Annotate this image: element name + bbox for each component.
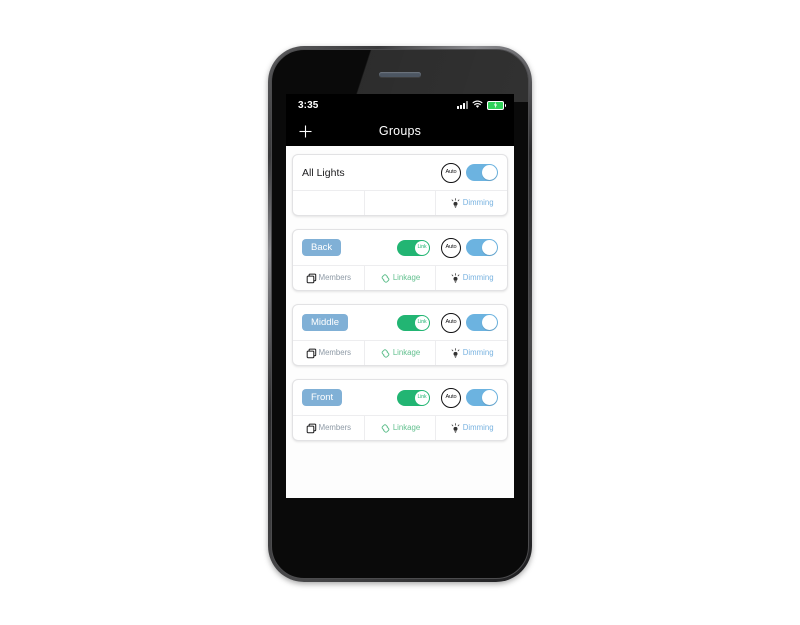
bulb-icon (450, 422, 462, 434)
group-card-actions: Members Linkage Dimming (293, 265, 507, 290)
plus-icon (299, 125, 311, 137)
auto-mode-button[interactable]: Auto (441, 162, 461, 183)
dimming-action[interactable]: Dimming (435, 416, 507, 440)
group-card: Back Link Auto Members Linkage Dimming (292, 229, 508, 291)
dimming-action[interactable]: Dimming (435, 341, 507, 365)
members-action[interactable]: Members (293, 341, 364, 365)
link-toggle-label: Link (417, 393, 427, 400)
dimming-label: Dimming (462, 273, 494, 283)
groups-list: All Lights Auto Dimming Back Link Auto M… (286, 146, 514, 498)
page-title: Groups (378, 124, 422, 138)
auto-mode-button[interactable]: Auto (441, 387, 461, 408)
linkage-action[interactable]: Linkage (363, 341, 436, 365)
link-toggle-label: Link (417, 243, 427, 250)
group-name-chip[interactable]: Middle (302, 314, 348, 331)
linkage-label: Linkage (392, 423, 421, 433)
members-label: Members (318, 273, 352, 283)
status-time: 3:35 (298, 99, 319, 111)
group-card-actions: Members Linkage Dimming (293, 340, 507, 365)
copy-squares-icon (306, 347, 318, 359)
cellular-signal-icon (457, 101, 468, 109)
toggle-knob: Link (415, 315, 429, 330)
action-placeholder (363, 191, 436, 215)
dimming-label: Dimming (462, 348, 494, 358)
bulb-icon (450, 347, 462, 359)
nav-bar: Groups (286, 116, 514, 146)
chain-link-icon (380, 422, 392, 434)
group-name-chip[interactable]: Back (302, 239, 342, 256)
bulb-icon (450, 272, 462, 284)
group-card-header: Middle Link Auto (293, 305, 507, 340)
toggle-knob: Link (415, 390, 429, 405)
group-card: Front Link Auto Members Linkage Dimming (292, 379, 508, 441)
dimming-action[interactable]: Dimming (435, 191, 507, 215)
group-card: Middle Link Auto Members Linkage Dimming (292, 304, 508, 366)
linkage-action[interactable]: Linkage (363, 266, 436, 290)
copy-squares-icon (306, 272, 318, 284)
auto-badge-label: Auto (445, 168, 457, 175)
link-toggle[interactable]: Link (397, 239, 430, 256)
linkage-action[interactable]: Linkage (363, 416, 436, 440)
auto-badge-label: Auto (445, 318, 457, 325)
toggle-knob: Link (415, 240, 429, 255)
members-label: Members (318, 423, 352, 433)
battery-charging-icon (487, 100, 506, 110)
auto-badge-label: Auto (445, 393, 457, 400)
link-toggle[interactable]: Link (397, 389, 430, 406)
phone-screen: 3:35 Groups All Lights Auto Dimming Back… (286, 94, 514, 498)
auto-badge-label: Auto (445, 243, 457, 250)
auto-mode-button[interactable]: Auto (441, 312, 461, 333)
group-card-actions: Dimming (293, 190, 507, 215)
link-toggle-label: Link (417, 318, 427, 325)
chain-link-icon (380, 272, 392, 284)
group-card-header: Front Link Auto (293, 380, 507, 415)
wifi-icon (472, 96, 483, 114)
dimming-label: Dimming (462, 198, 494, 208)
add-group-button[interactable] (294, 120, 316, 142)
group-name: All Lights (302, 166, 345, 179)
power-toggle[interactable] (466, 314, 498, 331)
group-name-chip[interactable]: Front (302, 389, 343, 406)
copy-squares-icon (306, 422, 318, 434)
linkage-label: Linkage (392, 273, 421, 283)
members-label: Members (318, 348, 352, 358)
group-card: All Lights Auto Dimming (292, 154, 508, 216)
status-bar: 3:35 (286, 94, 514, 116)
power-toggle[interactable] (466, 239, 498, 256)
bulb-icon (450, 197, 462, 209)
dimming-action[interactable]: Dimming (435, 266, 507, 290)
power-toggle[interactable] (466, 164, 498, 181)
link-toggle[interactable]: Link (397, 314, 430, 331)
group-card-header: Back Link Auto (293, 230, 507, 265)
phone-body: 3:35 Groups All Lights Auto Dimming Back… (271, 49, 529, 579)
group-card-header: All Lights Auto (293, 155, 507, 190)
toggle-knob (482, 165, 497, 180)
action-placeholder (293, 191, 364, 215)
toggle-knob (482, 390, 497, 405)
dimming-label: Dimming (462, 423, 494, 433)
linkage-label: Linkage (392, 348, 421, 358)
earpiece-speaker (379, 72, 421, 77)
members-action[interactable]: Members (293, 266, 364, 290)
auto-mode-button[interactable]: Auto (441, 237, 461, 258)
group-card-actions: Members Linkage Dimming (293, 415, 507, 440)
toggle-knob (482, 315, 497, 330)
phone-frame: 3:35 Groups All Lights Auto Dimming Back… (268, 46, 532, 582)
toggle-knob (482, 240, 497, 255)
members-action[interactable]: Members (293, 416, 364, 440)
power-toggle[interactable] (466, 389, 498, 406)
chain-link-icon (380, 347, 392, 359)
status-icons (457, 96, 506, 114)
